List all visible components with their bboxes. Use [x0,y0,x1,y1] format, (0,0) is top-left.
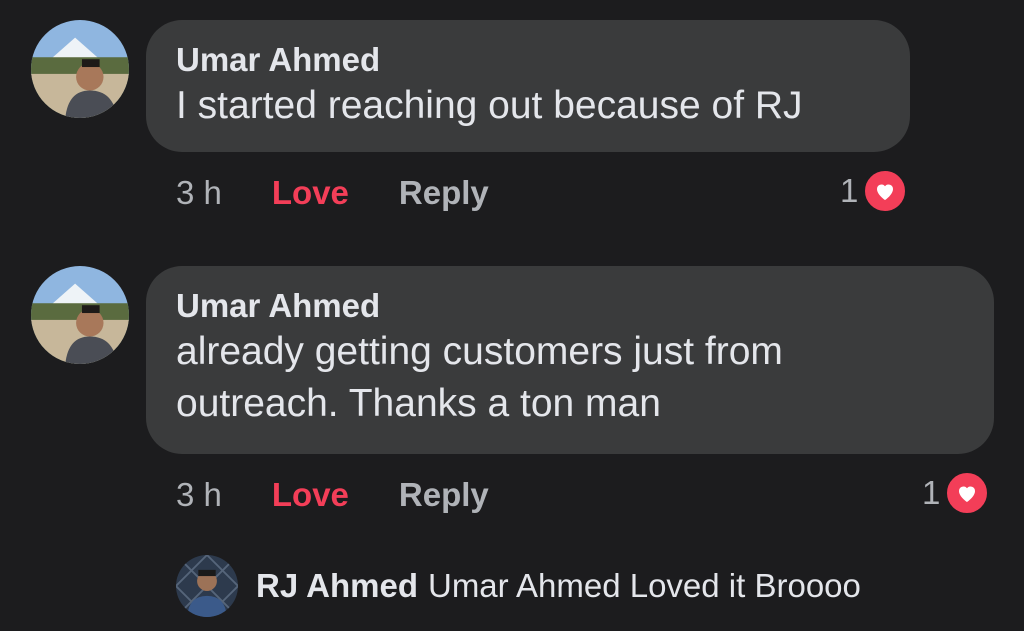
profile-photo-umar [31,20,129,118]
comment-bubble: Umar Ahmed I started reaching out becaus… [146,20,910,152]
comment-actions: 3 h Love Reply [176,475,489,515]
reaction-summary[interactable]: 1 [922,470,991,516]
comment-actions: 3 h Love Reply [176,173,489,213]
reply-avatar[interactable] [176,555,238,617]
reply-button[interactable]: Reply [399,173,489,213]
reaction-summary[interactable]: 1 [840,168,909,214]
love-button[interactable]: Love [272,475,349,515]
heart-icon [862,168,909,214]
comment-text-line-2: outreach. Thanks a ton man [176,382,661,425]
profile-photo-rj [176,555,238,617]
reply-text: Umar Ahmed Loved it Broooo [427,567,861,604]
comment-author[interactable]: Umar Ahmed [176,286,964,326]
comment-text-line-1: already getting customers just from [176,330,783,373]
avatar[interactable] [31,266,129,364]
avatar[interactable] [31,20,129,118]
comment-timestamp[interactable]: 3 h [176,173,222,213]
reply-author[interactable]: RJ Ahmed [256,567,418,605]
reply-preview[interactable]: RJ Ahmed Umar Ahmed Loved it Broooo [176,555,861,617]
comment-author[interactable]: Umar Ahmed [176,40,880,80]
reaction-count: 1 [922,474,941,511]
comment-timestamp[interactable]: 3 h [176,475,222,515]
love-button[interactable]: Love [272,173,349,213]
profile-photo-umar [31,266,129,364]
reaction-count: 1 [840,172,859,209]
reply-button[interactable]: Reply [399,475,489,515]
heart-icon [944,470,991,516]
comment-bubble: Umar Ahmed already getting customers jus… [146,266,994,454]
comment-text: I started reaching out because of RJ [176,84,803,127]
